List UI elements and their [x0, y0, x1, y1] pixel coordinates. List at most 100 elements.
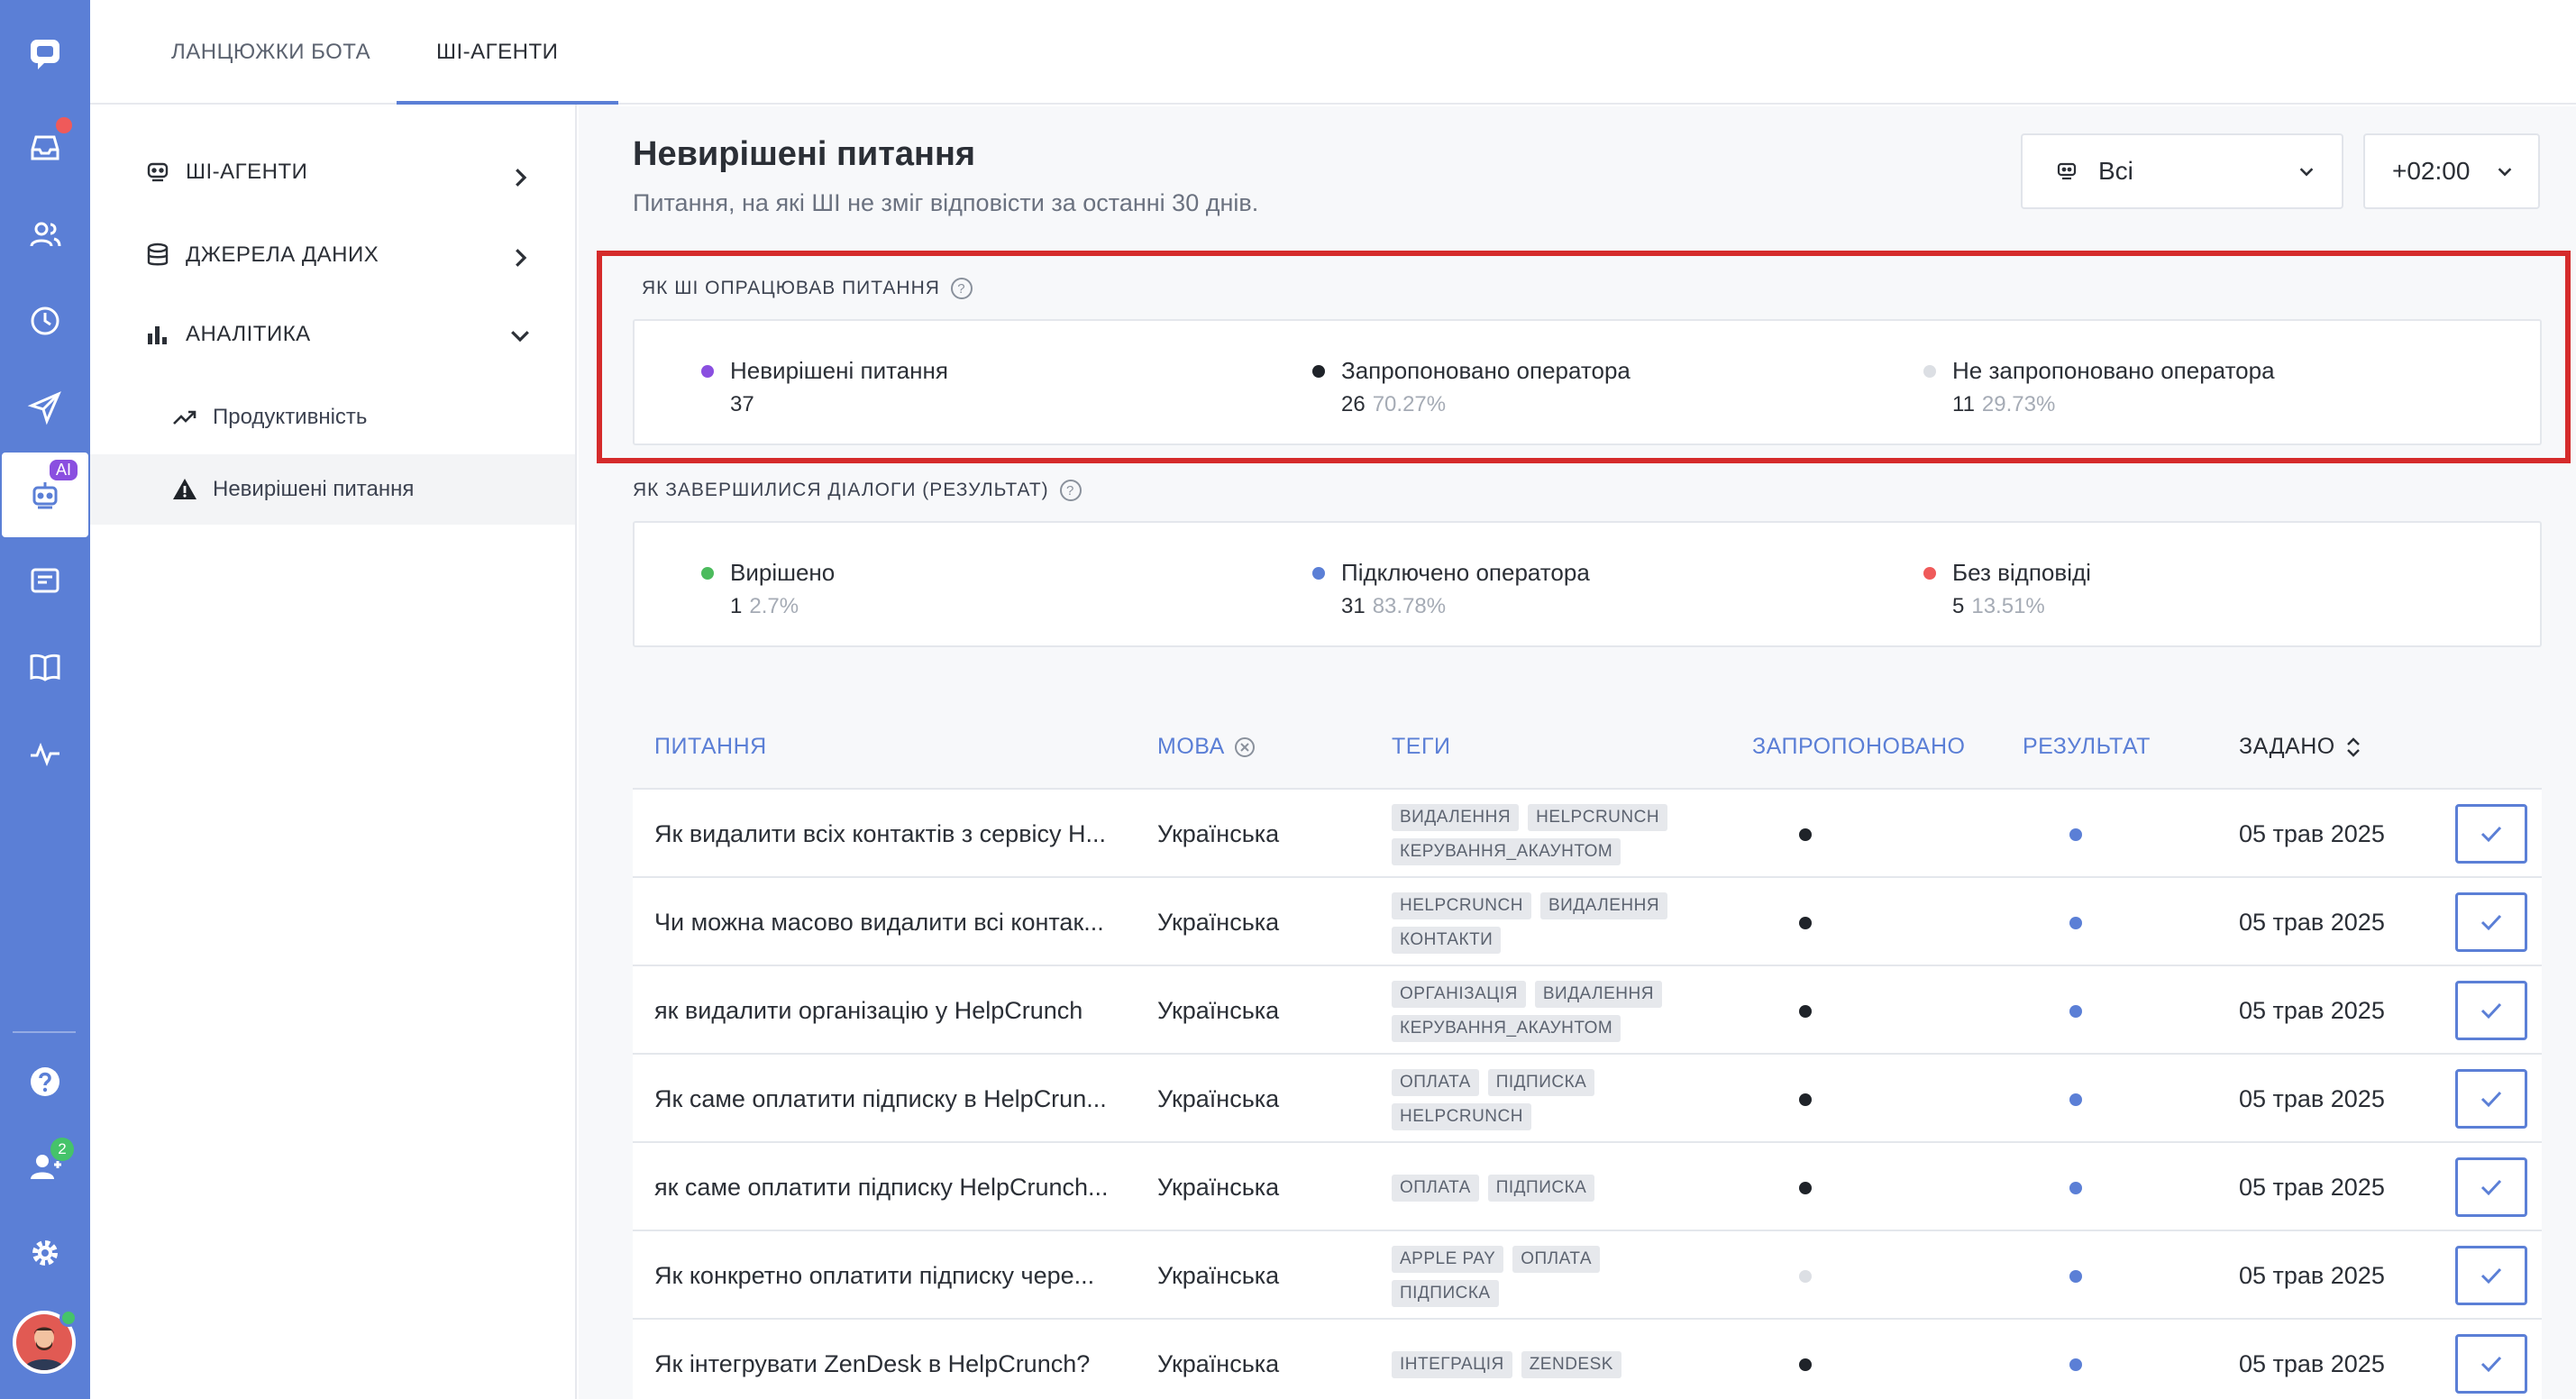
column-header-proposed[interactable]: ЗАПРОПОНОВАНО [1752, 734, 1965, 760]
proposed-status-dot [1799, 1182, 1812, 1194]
question-cell[interactable]: Як видалити всіх контактів з сервісу Н..… [654, 790, 1141, 878]
activity-icon[interactable] [11, 719, 79, 788]
inbox-icon[interactable] [11, 114, 79, 182]
trend-up-icon [173, 410, 196, 425]
sidebar-subitem-unresolved[interactable]: Невирішені питання [90, 454, 575, 525]
knowledge-card-icon[interactable] [11, 546, 79, 615]
unresolved-questions-table: ПИТАННЯ МОВА ТЕГИ ЗАПРОПОНОВАНО РЕЗУЛЬТА… [633, 701, 2542, 1399]
tags-cell: ОПЛАТА ПІДПИСКА HELPCRUNCH [1392, 1064, 1698, 1136]
date-cell: 05 трав 2025 [2239, 996, 2385, 1024]
history-icon[interactable] [11, 287, 79, 355]
chevron-down-icon [2498, 168, 2512, 177]
tag-badge: ОРГАНІЗАЦІЯ [1392, 981, 1526, 1008]
outcome-stats-card: Вирішено 1 2.7% Підключено оператора 31 83… [633, 521, 2542, 647]
unread-dot [56, 117, 72, 133]
mark-resolved-button[interactable] [2455, 804, 2527, 864]
gray-dot-icon [1923, 364, 1936, 378]
date-cell: 05 трав 2025 [2239, 1261, 2385, 1289]
question-cell[interactable]: Як конкретно оплатити підписку чере... [654, 1231, 1141, 1320]
question-circle-icon[interactable]: ? [950, 278, 973, 299]
secondary-sidebar: ШІ-АГЕНТИ ДЖЕРЕЛА ДАНИХ АНАЛІТИКА Продук… [90, 105, 577, 1399]
table-row[interactable]: як видалити організацію у HelpCrunch Укр… [633, 966, 2542, 1055]
mark-resolved-button[interactable] [2455, 1246, 2527, 1305]
table-row[interactable]: Як саме оплатити підписку в HelpCrun... … [633, 1055, 2542, 1143]
sidebar-item-data-sources[interactable]: ДЖЕРЕЛА ДАНИХ [144, 242, 559, 269]
timezone-select[interactable]: +02:00 [2363, 133, 2540, 209]
top-tabs: ЛАНЦЮЖКИ БОТА ШІ-АГЕНТИ [90, 0, 2576, 105]
team-count-badge: 2 [50, 1138, 74, 1161]
mark-resolved-button[interactable] [2455, 981, 2527, 1040]
stat-value: 5 [1952, 594, 1965, 618]
tags-cell: ІНТЕГРАЦІЯ ZENDESK [1392, 1329, 1698, 1399]
table-row[interactable]: Як конкретно оплатити підписку чере... У… [633, 1231, 2542, 1320]
clear-filter-icon[interactable] [1234, 736, 1256, 758]
check-icon [2480, 1091, 2502, 1108]
question-cell[interactable]: Як інтегрувати ZenDesk в HelpCrunch? [654, 1320, 1141, 1399]
sidebar-item-ai-agents[interactable]: ШІ-АГЕНТИ [144, 159, 559, 187]
agent-filter-select[interactable]: Всі [2021, 133, 2343, 209]
date-cell: 05 трав 2025 [2239, 1349, 2385, 1377]
column-header-result[interactable]: РЕЗУЛЬТАТ [2023, 734, 2151, 760]
handled-label-text: ЯК ШІ ОПРАЦЮВАВ ПИТАННЯ [642, 278, 940, 298]
column-header-question[interactable]: ПИТАННЯ [654, 734, 767, 760]
stat-value: 11 [1952, 392, 1975, 416]
language-cell: Українська [1157, 1349, 1280, 1377]
check-icon [2480, 1002, 2502, 1020]
column-header-asked[interactable]: ЗАДАНО [2239, 734, 2362, 760]
result-status-dot [2069, 1182, 2082, 1194]
table-header: ПИТАННЯ МОВА ТЕГИ ЗАПРОПОНОВАНО РЕЗУЛЬТА… [633, 701, 2542, 790]
question-cell[interactable]: як саме оплатити підписку HelpCrunch... [654, 1143, 1141, 1231]
table-row[interactable]: Як інтегрувати ZenDesk в HelpCrunch? Укр… [633, 1320, 2542, 1399]
question-circle-icon[interactable]: ? [1059, 480, 1082, 501]
date-cell: 05 трав 2025 [2239, 1173, 2385, 1201]
tags-cell: ОПЛАТА ПІДПИСКА [1392, 1152, 1698, 1224]
mark-resolved-button[interactable] [2455, 892, 2527, 952]
tags-cell: ОРГАНІЗАЦІЯ ВИДАЛЕННЯ КЕРУВАННЯ_АКАУНТОМ [1392, 975, 1698, 1047]
table-row[interactable]: Як видалити всіх контактів з сервісу Н..… [633, 790, 2542, 878]
tab-bot-chains[interactable]: ЛАНЦЮЖКИ БОТА [171, 0, 370, 105]
tag-badge: КОНТАКТИ [1392, 927, 1502, 954]
stat-value: 1 [730, 594, 743, 618]
proposed-status-dot [1799, 828, 1812, 841]
sidebar-subitem-productivity[interactable]: Продуктивність [90, 382, 575, 453]
question-cell[interactable]: Чи можна масово видалити всі контак... [654, 878, 1141, 966]
bot-icon [147, 162, 169, 182]
chat-logo-icon[interactable] [11, 20, 79, 88]
table-row[interactable]: Чи можна масово видалити всі контак... У… [633, 878, 2542, 966]
ai-agents-icon[interactable]: AI [2, 453, 88, 537]
handled-section-label: ЯК ШІ ОПРАЦЮВАВ ПИТАННЯ ? [642, 278, 973, 299]
contacts-icon[interactable] [11, 200, 79, 269]
tab-ai-agents[interactable]: ШІ-АГЕНТИ [436, 0, 558, 105]
tag-badge: HELPCRUNCH [1392, 892, 1531, 919]
result-status-dot [2069, 1270, 2082, 1283]
table-row[interactable]: як саме оплатити підписку HelpCrunch... … [633, 1143, 2542, 1231]
date-cell: 05 трав 2025 [2239, 1084, 2385, 1112]
language-cell: Українська [1157, 1084, 1280, 1112]
bar-chart-icon [148, 326, 167, 344]
mark-resolved-button[interactable] [2455, 1334, 2527, 1394]
check-icon [2480, 914, 2502, 931]
chevron-down-icon [2299, 168, 2314, 177]
online-status-dot [59, 1309, 78, 1327]
result-status-dot [2069, 1358, 2082, 1371]
proposed-status-dot [1799, 1093, 1812, 1106]
team-icon[interactable]: 2 [11, 1132, 79, 1201]
handled-stats-card: Невирішені питання 37 Запропоновано опер… [633, 319, 2542, 445]
mark-resolved-button[interactable] [2455, 1069, 2527, 1129]
sort-icon[interactable] [2344, 735, 2362, 760]
send-icon[interactable] [11, 373, 79, 442]
sidebar-item-label: АНАЛІТИКА [186, 322, 311, 346]
column-header-tags[interactable]: ТЕГИ [1392, 734, 1450, 760]
tag-badge: HELPCRUNCH [1528, 804, 1668, 831]
sidebar-subitem-label: Невирішені питання [213, 477, 415, 501]
book-icon[interactable] [11, 633, 79, 701]
mark-resolved-button[interactable] [2455, 1157, 2527, 1217]
question-cell[interactable]: як видалити організацію у HelpCrunch [654, 966, 1141, 1055]
sidebar-item-analytics[interactable]: АНАЛІТИКА [144, 321, 559, 348]
check-icon [2480, 1356, 2502, 1373]
help-icon[interactable] [11, 1047, 79, 1116]
warning-icon [173, 479, 196, 499]
column-header-language[interactable]: МОВА [1157, 734, 1256, 760]
settings-gear-icon[interactable] [11, 1219, 79, 1287]
question-cell[interactable]: Як саме оплатити підписку в HelpCrun... [654, 1055, 1141, 1143]
